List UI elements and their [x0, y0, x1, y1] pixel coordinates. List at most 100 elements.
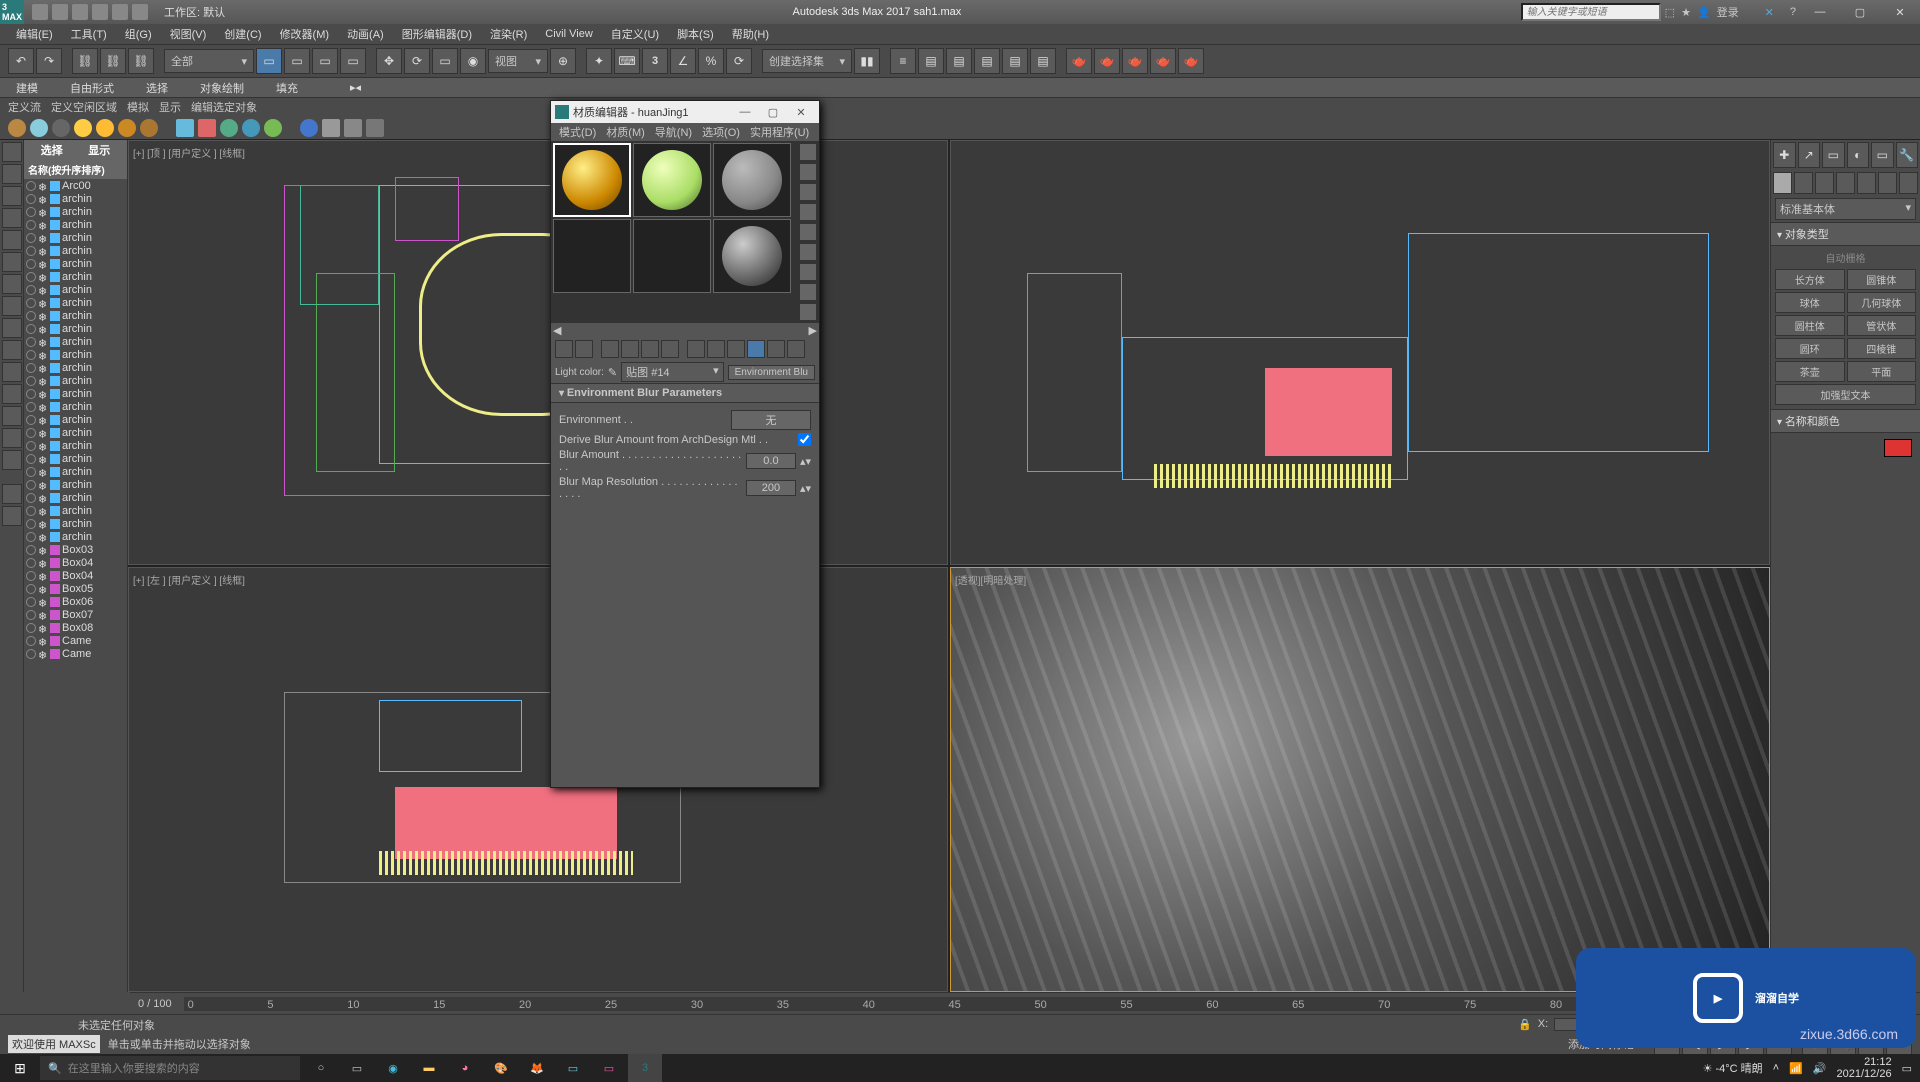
mat-blur-spinner[interactable]: 0.0	[746, 453, 796, 469]
scene-item[interactable]: ❄archin	[24, 192, 127, 205]
cp-motion-icon[interactable]: ◐	[1847, 142, 1870, 168]
visibility-icon[interactable]	[26, 402, 36, 412]
visibility-icon[interactable]	[26, 532, 36, 542]
subrib-display[interactable]: 显示	[159, 99, 181, 115]
visibility-icon[interactable]	[26, 220, 36, 230]
exchange-icon[interactable]: ✕	[1765, 6, 1774, 19]
visibility-icon[interactable]	[26, 272, 36, 282]
menu-customize[interactable]: 自定义(U)	[603, 24, 667, 44]
prim-geosphere[interactable]: 几何球体	[1847, 292, 1917, 313]
mat-tb-nav-icon[interactable]	[727, 340, 745, 358]
material-editor-dialog[interactable]: 材质编辑器 - huanJing1 — ▢ ✕ 模式(D) 材质(M) 导航(N…	[550, 100, 820, 788]
task-cortana-icon[interactable]: ○	[304, 1054, 338, 1082]
freeze-icon[interactable]: ❄	[38, 415, 48, 425]
login-link[interactable]: 登录	[1717, 4, 1739, 20]
redo-button[interactable]: ↷	[36, 48, 62, 74]
freeze-icon[interactable]: ❄	[38, 402, 48, 412]
freeze-icon[interactable]: ❄	[38, 584, 48, 594]
scene-item[interactable]: ❄Arc00	[24, 179, 127, 192]
scene-item[interactable]: ❄Box04	[24, 569, 127, 582]
scene-item[interactable]: ❄archin	[24, 205, 127, 218]
cp-hierarchy-icon[interactable]: ▭	[1822, 142, 1845, 168]
cat-geometry-icon[interactable]	[1773, 172, 1792, 194]
scene-item[interactable]: ❄archin	[24, 296, 127, 309]
lt-wire-icon[interactable]	[2, 296, 22, 316]
scene-item[interactable]: ❄archin	[24, 387, 127, 400]
info-center-icon[interactable]: ⬚	[1665, 6, 1675, 19]
prim-box[interactable]: 长方体	[1775, 269, 1845, 290]
lt-cursor-icon[interactable]	[2, 142, 22, 162]
lt-snap-icon[interactable]	[2, 318, 22, 338]
freeze-icon[interactable]: ❄	[38, 480, 48, 490]
freeze-icon[interactable]: ❄	[38, 623, 48, 633]
primitive-type-dropdown[interactable]: 标准基本体▾	[1775, 198, 1916, 220]
cat-helpers-icon[interactable]	[1857, 172, 1876, 194]
freeze-icon[interactable]: ❄	[38, 558, 48, 568]
viewport-top[interactable]: [+] [顶 ] [用户定义 ] [线框]	[128, 140, 948, 565]
visibility-icon[interactable]	[26, 350, 36, 360]
selection-filter-dropdown[interactable]: 全部▾	[164, 49, 254, 73]
freeze-icon[interactable]: ❄	[38, 311, 48, 321]
cp-plus-icon[interactable]: ✚	[1773, 142, 1796, 168]
prim-torus[interactable]: 圆环	[1775, 338, 1845, 359]
render-iter-button[interactable]: 🫖	[1178, 48, 1204, 74]
visibility-icon[interactable]	[26, 246, 36, 256]
visibility-icon[interactable]	[26, 649, 36, 659]
cat-shapes-icon[interactable]	[1794, 172, 1813, 194]
cp-display-icon[interactable]: ▭	[1871, 142, 1894, 168]
scene-item[interactable]: ❄archin	[24, 439, 127, 452]
minimize-button[interactable]: —	[1800, 0, 1840, 24]
qat-open-icon[interactable]	[52, 4, 68, 20]
freeze-icon[interactable]: ❄	[38, 506, 48, 516]
ribbon-toggle-icon[interactable]: ▸◂	[334, 79, 377, 96]
mat-tb-showend-icon[interactable]	[707, 340, 725, 358]
cp-modify-icon[interactable]: ↗	[1798, 142, 1821, 168]
mat-side-light-icon[interactable]	[799, 183, 817, 201]
scene-item[interactable]: ❄archin	[24, 335, 127, 348]
mat-tb-pick-icon[interactable]	[787, 340, 805, 358]
mat-type-button[interactable]: Environment Blu	[728, 365, 815, 380]
prim-plane[interactable]: 平面	[1847, 361, 1917, 382]
scene-item[interactable]: ❄Came	[24, 634, 127, 647]
rollout-object-type[interactable]: ▾ 对象类型	[1771, 222, 1920, 246]
star-icon[interactable]: ★	[1681, 6, 1691, 19]
ribbon-tab-objectpaint[interactable]: 对象绘制	[184, 78, 260, 98]
task-app4-icon[interactable]: ▭	[592, 1054, 626, 1082]
mat-tb-show-icon[interactable]	[687, 340, 705, 358]
shadow-icon[interactable]	[52, 119, 70, 137]
visibility-icon[interactable]	[26, 298, 36, 308]
qat-new-icon[interactable]	[32, 4, 48, 20]
menu-grapheditors[interactable]: 图形编辑器(D)	[394, 24, 480, 44]
lt-grid-icon[interactable]	[2, 340, 22, 360]
material-editor-button[interactable]: ▤	[1030, 48, 1056, 74]
task-app3-icon[interactable]: ▭	[556, 1054, 590, 1082]
tray-wifi-icon[interactable]: 📶	[1789, 1062, 1803, 1075]
mat-res-spinner[interactable]: 200	[746, 480, 796, 496]
scene-item[interactable]: ❄Box07	[24, 608, 127, 621]
freeze-icon[interactable]: ❄	[38, 519, 48, 529]
task-taskview-icon[interactable]: ▭	[340, 1054, 374, 1082]
cat-lights-icon[interactable]	[1815, 172, 1834, 194]
freeze-icon[interactable]: ❄	[38, 610, 48, 620]
task-edge-icon[interactable]: ◉	[376, 1054, 410, 1082]
freeze-icon[interactable]: ❄	[38, 220, 48, 230]
visibility-icon[interactable]	[26, 441, 36, 451]
user-icon[interactable]: 👤	[1697, 6, 1711, 19]
scene-item[interactable]: ❄archin	[24, 309, 127, 322]
manipulate-button[interactable]: ✦	[586, 48, 612, 74]
scene-item[interactable]: ❄archin	[24, 231, 127, 244]
workspace-dropdown[interactable]: 工作区: 默认	[156, 4, 233, 20]
prim-cylinder[interactable]: 圆柱体	[1775, 315, 1845, 336]
scene-item[interactable]: ❄archin	[24, 322, 127, 335]
visibility-icon[interactable]	[26, 324, 36, 334]
help-search-input[interactable]	[1521, 3, 1661, 21]
helper-icon[interactable]	[300, 119, 318, 137]
sun2-icon[interactable]	[96, 119, 114, 137]
freeze-icon[interactable]: ❄	[38, 389, 48, 399]
scale-button[interactable]: ▭	[432, 48, 458, 74]
help-icon[interactable]: ?	[1790, 6, 1796, 18]
mat-tb-forward-icon[interactable]	[767, 340, 785, 358]
percent-snap-button[interactable]: %	[698, 48, 724, 74]
menu-script[interactable]: 脚本(S)	[669, 24, 722, 44]
refcoord-dropdown[interactable]: 视图▾	[488, 49, 548, 73]
